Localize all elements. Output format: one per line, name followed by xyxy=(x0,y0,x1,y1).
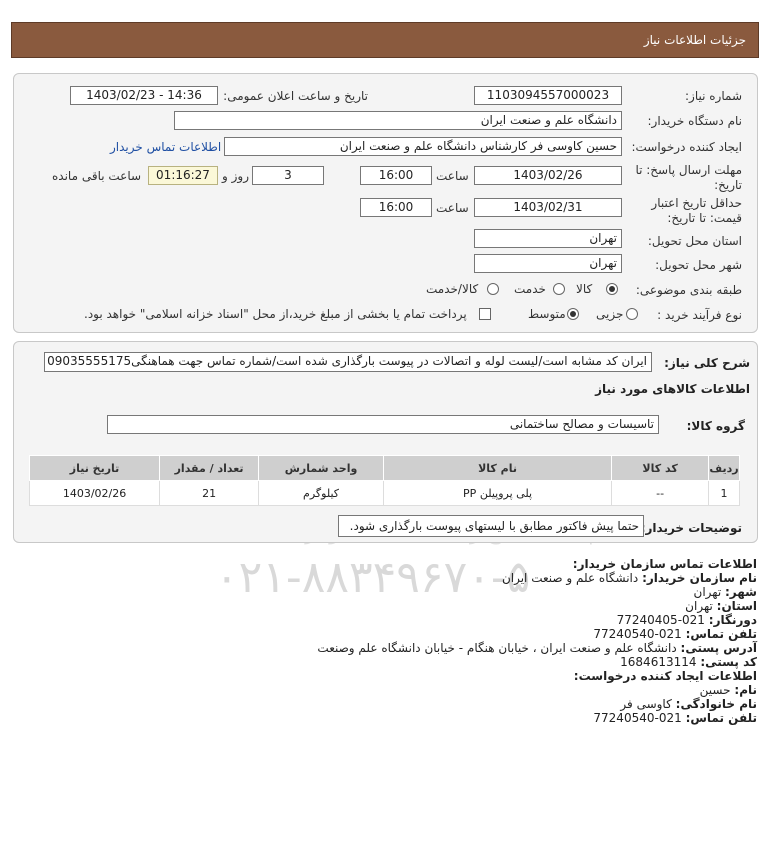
deadline-label: مهلت ارسال پاسخ: تا xyxy=(635,163,742,177)
category-radio-goods[interactable] xyxy=(606,283,618,295)
contact-org: نام سازمان خریدار: دانشگاه علم و صنعت ای… xyxy=(501,571,757,585)
creator-title: اطلاعات ایجاد کننده درخواست: xyxy=(573,669,757,683)
category-goods-label: کالا xyxy=(576,282,593,296)
description-field: ایران کد مشابه است/لیست لوله و اتصالات د… xyxy=(44,352,652,372)
cell-qty: 21 xyxy=(159,480,260,506)
goods-table-header: ردیف کد کالا نام کالا واحد شمارش تعداد /… xyxy=(28,455,740,481)
col-qty: تعداد / مقدار xyxy=(159,455,260,481)
category-radio-service[interactable] xyxy=(553,283,565,295)
category-label: طبقه بندی موضوعی: xyxy=(635,283,742,297)
cell-date: 1403/02/26 xyxy=(28,480,161,506)
requester-field: حسین کاوسی فر کارشناس دانشگاه علم و صنعت… xyxy=(224,137,622,156)
contact-fax: دورنگار: 021-77240405 xyxy=(616,613,757,627)
deadline-date-field: 1403/02/26 xyxy=(474,166,622,185)
contact-title: اطلاعات تماس سازمان خریدار: xyxy=(572,557,757,571)
contact-postal: کد پستی: 1684613114 xyxy=(620,655,757,669)
need-number-label: شماره نیاز: xyxy=(685,89,742,103)
buyer-org-label: نام دستگاه خریدار: xyxy=(647,114,743,128)
days-label: روز و xyxy=(222,169,249,183)
province-field: تهران xyxy=(474,229,622,248)
contact-phone: تلفن تماس: 021-77240540 xyxy=(593,627,757,641)
buyer-org-field: دانشگاه علم و صنعت ایران xyxy=(174,111,622,130)
table-row: 1 -- پلی پروپیلن PP کیلوگرم 21 1403/02/2… xyxy=(28,480,740,506)
purchase-medium-label: متوسط xyxy=(528,307,566,321)
creator-last-name: نام خانوادگی: کاوسی فر xyxy=(620,697,757,711)
category-goods-service-label: کالا/خدمت xyxy=(426,282,479,296)
treasury-payment-checkbox[interactable] xyxy=(479,308,491,320)
creator-first-name: نام: حسین xyxy=(699,683,757,697)
cell-code: -- xyxy=(611,480,710,506)
contact-province: استان: تهران xyxy=(685,599,757,613)
goods-group-label: گروه کالا: xyxy=(686,419,745,433)
province-label: استان محل تحویل: xyxy=(647,234,742,248)
validity-label: حداقل تاریخ اعتبار xyxy=(651,196,742,210)
validity-label-2: قیمت: تا تاریخ: xyxy=(667,211,742,225)
days-field: 3 xyxy=(252,166,324,185)
category-service-label: خدمت xyxy=(514,282,546,296)
treasury-payment-note: پرداخت تمام یا بخشی از مبلغ خرید،از محل … xyxy=(84,307,467,321)
remaining-time-field: 01:16:27 xyxy=(148,166,218,185)
validity-time-field: 16:00 xyxy=(360,198,432,217)
purchase-radio-minor[interactable] xyxy=(626,308,638,320)
need-number-field: 1103094557000023 xyxy=(474,86,622,105)
col-date: تاریخ نیاز xyxy=(28,455,161,481)
purchase-type-label: نوع فرآیند خرید : xyxy=(657,308,742,322)
description-label: شرح کلی نیاز: xyxy=(664,356,750,370)
announce-label: تاریخ و ساعت اعلان عمومی: xyxy=(223,89,368,103)
deadline-time-field: 16:00 xyxy=(360,166,432,185)
creator-phone: تلفن تماس: 021-77240540 xyxy=(593,711,757,725)
requester-label: ایجاد کننده درخواست: xyxy=(631,140,742,154)
page-title: جزئیات اطلاعات نیاز xyxy=(11,22,759,58)
buyer-notes-label: توضیحات خریدار: xyxy=(640,521,742,535)
cell-name: پلی پروپیلن PP xyxy=(382,480,613,506)
col-unit: واحد شمارش xyxy=(258,455,384,481)
deadline-label-2: تاریخ: xyxy=(714,178,742,192)
purchase-minor-label: جزیی xyxy=(596,307,624,321)
goods-table: ردیف کد کالا نام کالا واحد شمارش تعداد /… xyxy=(28,455,740,506)
validity-date-field: 1403/02/31 xyxy=(474,198,622,217)
city-label: شهر محل تحویل: xyxy=(655,258,742,272)
goods-group-field: تاسیسات و مصالح ساختمانی xyxy=(107,415,659,434)
validity-time-label: ساعت xyxy=(436,201,469,215)
city-field: تهران xyxy=(474,254,622,273)
buyer-contact-link[interactable]: اطلاعات تماس خریدار xyxy=(110,140,221,154)
cell-unit: کیلوگرم xyxy=(258,480,384,506)
col-row: ردیف xyxy=(708,455,740,481)
deadline-time-label: ساعت xyxy=(436,169,469,183)
goods-section-title: اطلاعات کالاهای مورد نیاز xyxy=(595,382,750,396)
contact-city: شهر: تهران xyxy=(693,585,757,599)
col-code: کد کالا xyxy=(611,455,710,481)
cell-row: 1 xyxy=(708,480,740,506)
watermark-phone: ۰۲۱-۸۸۳۴۹۶۷۰-۵ xyxy=(215,552,531,603)
category-radio-goods-service[interactable] xyxy=(487,283,499,295)
remaining-label: ساعت باقی مانده xyxy=(52,169,142,183)
contact-address: آدرس پستی: دانشگاه علم و صنعت ایران ، خی… xyxy=(317,641,757,655)
col-name: نام کالا xyxy=(382,455,613,481)
purchase-radio-medium[interactable] xyxy=(567,308,579,320)
buyer-notes-field: حتما پیش فاکتور مطابق با لیستهای پیوست ب… xyxy=(338,515,644,537)
announce-field: 1403/02/23 - 14:36 xyxy=(70,86,218,105)
